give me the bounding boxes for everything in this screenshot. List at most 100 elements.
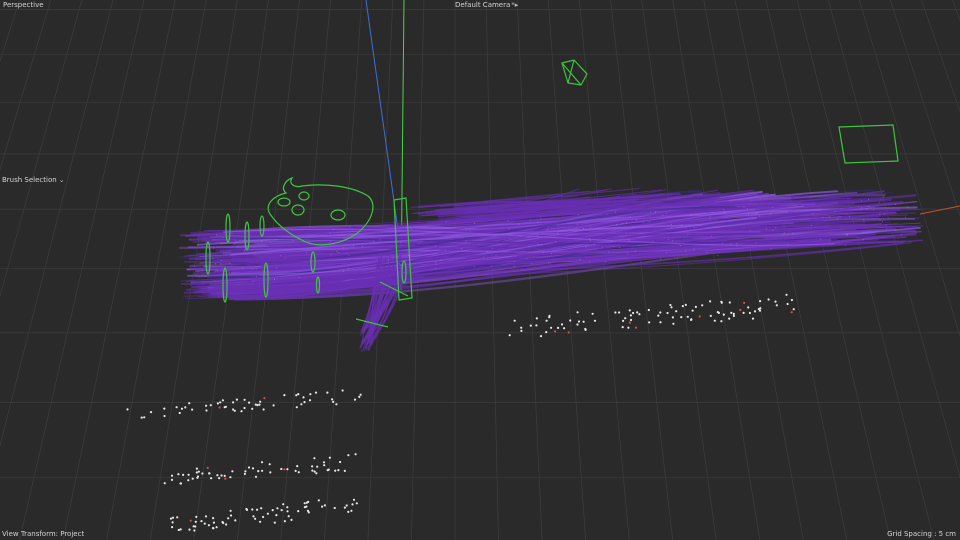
camera-gizmo-2[interactable]	[838, 124, 899, 164]
hair-sparkle	[685, 250, 687, 252]
chevron-down-icon[interactable]: ⌄	[59, 176, 65, 184]
hair-sparkle	[820, 238, 822, 240]
particle-dot	[234, 519, 237, 522]
grid-line	[703, 0, 804, 540]
hair-sparkle	[469, 230, 471, 232]
hair-sparkle	[868, 199, 869, 200]
hair-sparkle	[885, 228, 887, 230]
particle-dot	[243, 406, 246, 410]
particle-dot	[584, 327, 587, 331]
particle-dot	[297, 393, 300, 396]
hair-sparkle	[474, 222, 475, 224]
particle-dot	[322, 461, 326, 464]
hair-sparkle	[905, 216, 907, 218]
particle-dot	[659, 321, 662, 324]
hair-sparkle	[244, 250, 246, 252]
particle-dot	[283, 468, 286, 471]
hair-sparkle	[846, 233, 848, 235]
particle-dot	[672, 322, 675, 325]
camera-gizmo-1[interactable]	[561, 59, 588, 86]
particle-dot	[243, 472, 246, 475]
hair-sparkle	[336, 250, 338, 252]
hair-sparkle	[654, 210, 656, 212]
hair-sparkle	[837, 218, 839, 220]
hair-sparkle	[214, 263, 216, 265]
particle-dot	[513, 319, 516, 322]
particle-dot	[728, 301, 731, 304]
particle-dot	[163, 482, 166, 485]
hair-sparkle	[812, 213, 814, 215]
3d-viewport[interactable]: Perspective Default Camera*▸ Brush Selec…	[0, 0, 960, 540]
particle-dot	[223, 474, 226, 477]
particle-dot	[790, 298, 794, 302]
hair-sparkle	[361, 246, 363, 247]
particle-dot	[171, 521, 174, 524]
hair-sparkle	[879, 213, 881, 215]
hair-sparkle	[588, 261, 590, 263]
hair-sparkle	[862, 239, 864, 241]
particle-dot	[638, 313, 641, 316]
particle-dot	[210, 477, 213, 480]
particle-dot	[221, 520, 224, 524]
particle-dot	[647, 308, 650, 312]
particle-dot	[323, 464, 326, 467]
hair-sparkle	[770, 212, 771, 214]
hair-sparkle	[585, 246, 587, 248]
hair-sparkle	[642, 221, 644, 223]
particle-dot	[347, 454, 350, 457]
particle-dot	[215, 526, 218, 529]
particle-dot	[328, 456, 331, 459]
hair-sparkle	[578, 214, 580, 216]
particle-dot	[244, 470, 247, 473]
particle-dot	[297, 510, 300, 513]
particle-dot	[636, 311, 639, 314]
hair-sparkle	[628, 239, 630, 241]
hair-sparkle	[550, 253, 552, 254]
particle-dot	[248, 401, 251, 404]
hair-sparkle	[348, 255, 350, 256]
hair-sparkle	[330, 240, 332, 242]
hair-sparkle	[693, 226, 695, 228]
particle-dot	[163, 407, 166, 410]
hair-sparkle	[255, 276, 257, 278]
camera-menu[interactable]: Default Camera*▸	[455, 1, 518, 10]
particle-dot	[313, 457, 316, 460]
hair-sparkle	[626, 222, 628, 224]
hair-sparkle	[526, 258, 528, 260]
hair-sparkle	[632, 226, 634, 228]
hair-sparkle	[409, 226, 411, 228]
particle-dot	[169, 517, 173, 520]
hair-sparkle	[557, 232, 559, 234]
particle-dot	[323, 504, 326, 507]
particle-dot	[260, 507, 263, 510]
hair-sparkle	[529, 219, 531, 221]
brush-eye-3	[330, 209, 346, 221]
particle-dot	[303, 506, 306, 509]
hair-sparkle	[709, 215, 711, 217]
grid-line	[796, 0, 935, 540]
grid-line	[765, 0, 891, 540]
particle-dot	[557, 326, 560, 329]
brush-selection-menu[interactable]: Brush Selection ⌄	[2, 176, 65, 185]
hair-sparkle	[844, 244, 846, 246]
hair-sparkle	[772, 229, 774, 231]
particle-dot	[171, 516, 175, 519]
grid-line	[0, 0, 114, 448]
x-axis-line	[919, 205, 960, 215]
hair-sparkle	[787, 244, 789, 245]
particle-dot	[178, 411, 181, 415]
hair-sparkle	[662, 214, 664, 216]
particle-dot	[229, 514, 233, 517]
camera-menu-icon[interactable]: *▸	[511, 1, 518, 9]
particle-dot	[232, 401, 235, 404]
particle-dot	[195, 515, 198, 519]
viewport-scene[interactable]	[0, 0, 960, 540]
particle-dot	[775, 304, 778, 307]
hair-sparkle	[907, 206, 909, 208]
particle-dot	[212, 521, 215, 524]
view-name-label[interactable]: Perspective	[3, 1, 44, 10]
hair-sparkle	[583, 228, 584, 229]
particle-dot	[309, 393, 312, 396]
particle-dot	[355, 502, 358, 505]
particle-dot	[179, 482, 183, 485]
